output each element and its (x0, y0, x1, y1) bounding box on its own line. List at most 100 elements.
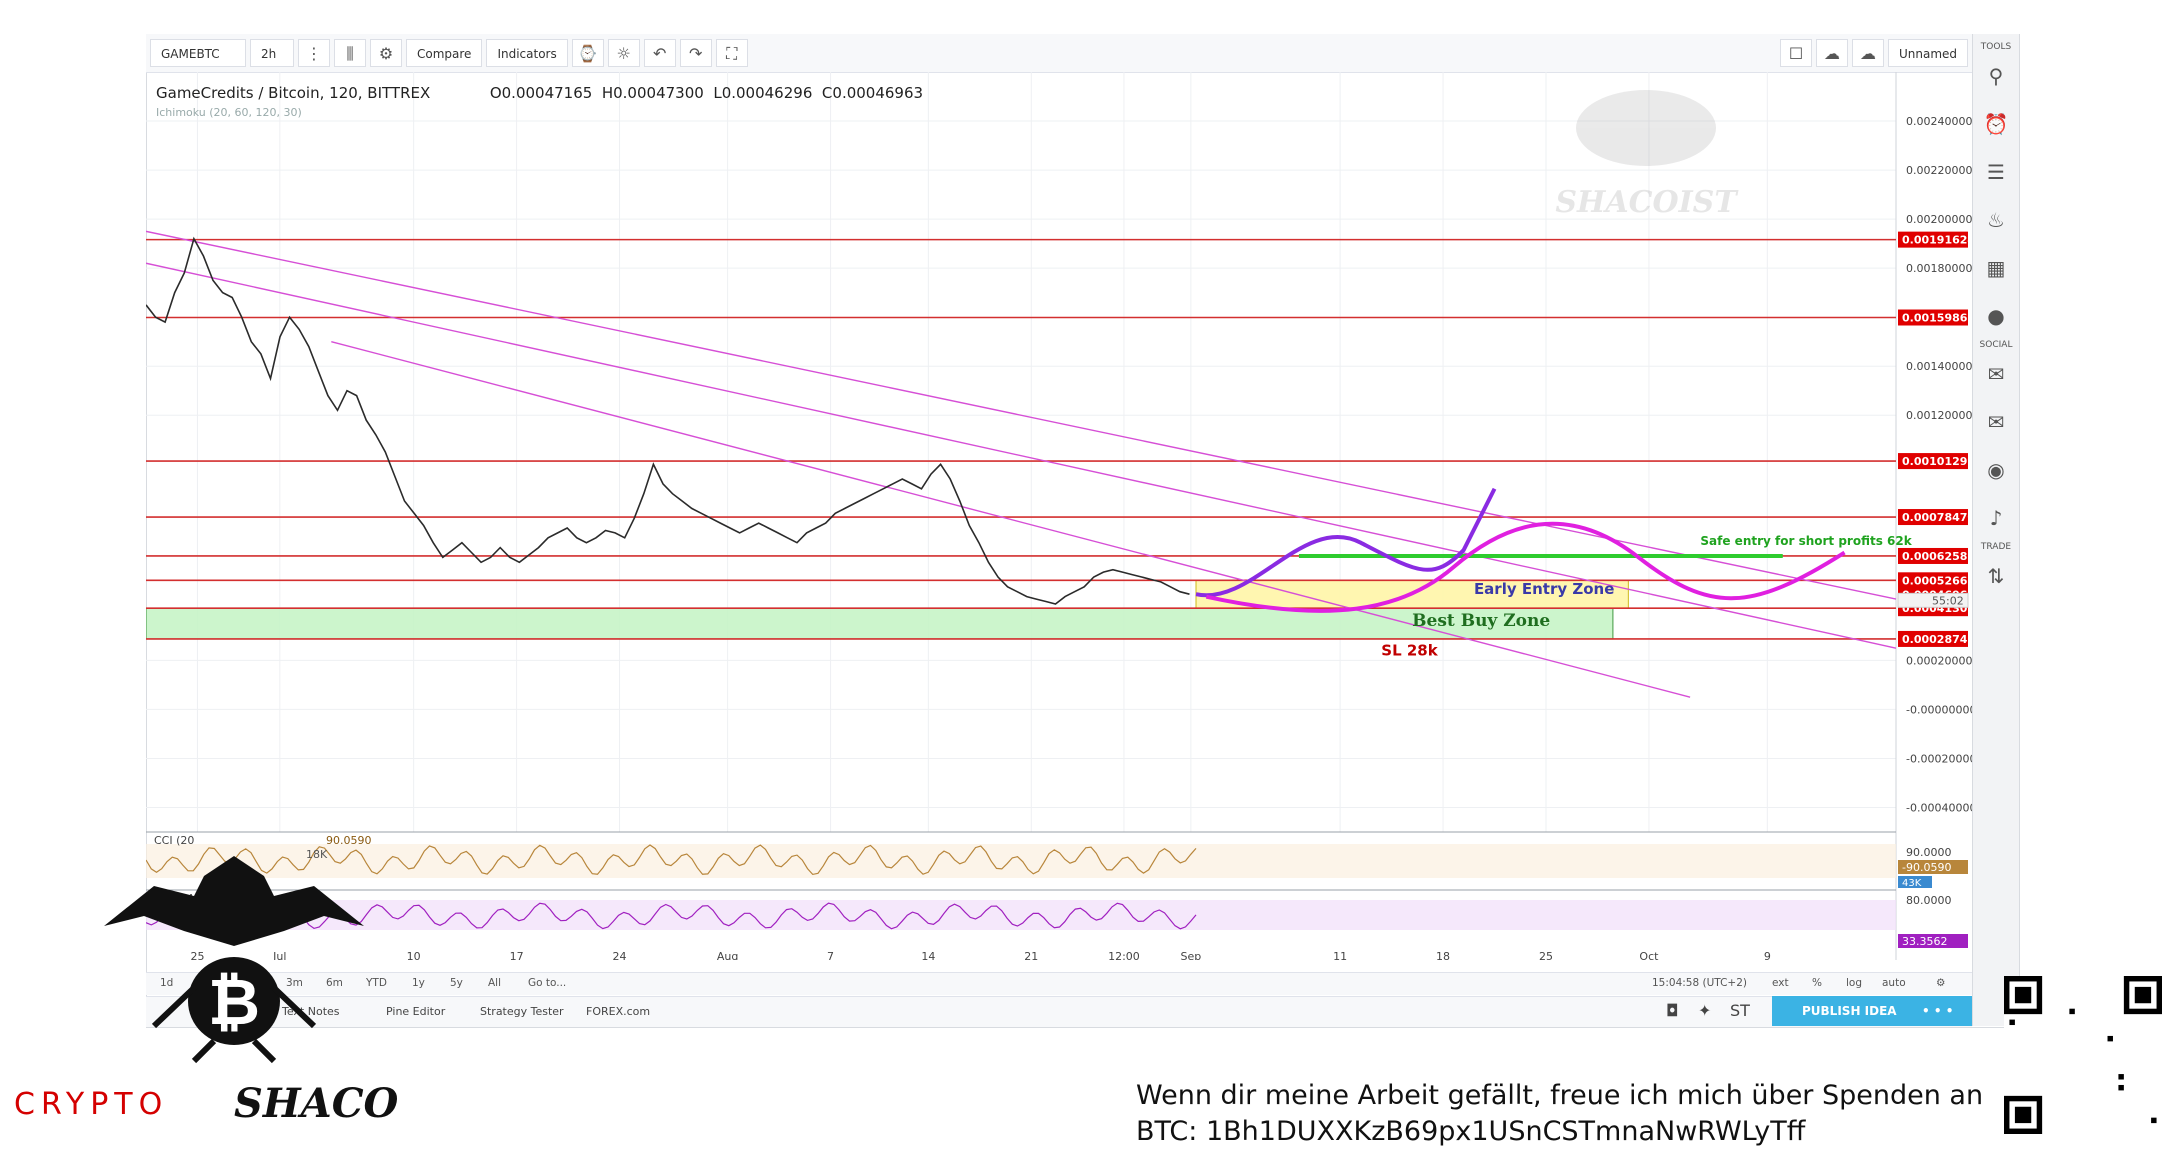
volume-badge-label: 43K (1902, 878, 1922, 889)
price-badge-label: 0.00159861 (1902, 312, 1972, 325)
y-tick-label: 0.00020000 (1906, 654, 1972, 667)
safe-entry-label: Safe entry for short profits 62k (1700, 534, 1912, 548)
alert-icon[interactable]: ⌚ (571, 39, 604, 67)
flame-icon[interactable]: ♨ (1973, 196, 2019, 244)
redo-icon[interactable]: ↷ (679, 39, 712, 67)
y-tick-label: 0.00240000 (1906, 115, 1972, 128)
price-badge-label: 0.00191624 (1902, 234, 1972, 247)
layout-icon[interactable]: ☐ (1780, 39, 1812, 67)
qr-module (2069, 1008, 2075, 1015)
range-all[interactable]: All (488, 977, 501, 989)
undo-icon[interactable]: ↶ (643, 39, 676, 67)
list-icon[interactable]: ☰ (1973, 148, 2019, 196)
y-tick-label: 0.00140000 (1906, 360, 1972, 373)
chart-legend: GameCredits / Bitcoin, 120, BITTREX O0.0… (156, 84, 923, 102)
y-tick-label: -0.00040000 (1906, 801, 1972, 814)
go-to-date[interactable]: Go to... (528, 977, 566, 989)
gear-icon[interactable]: ⚙ (1936, 977, 1945, 989)
best-buy-label: Best Buy Zone (1412, 611, 1550, 631)
legend-low: L0.00046296 (713, 84, 813, 102)
price-badge-label: 0.00052663 (1902, 574, 1972, 587)
bottom-panel-tabs: Text Notes Pine Editor Strategy Tester F… (146, 996, 1972, 1027)
x-tick-label: 18 (1436, 950, 1450, 960)
cci-band (146, 844, 1896, 878)
date-range-bar: 1d 3m 6m YTD 1y 5y All Go to... 15:04:58… (146, 972, 1972, 995)
x-tick-label: 17 (510, 950, 524, 960)
more-icon[interactable]: • • • (1922, 996, 1953, 1026)
chat-icon[interactable]: ✉ (1973, 350, 2019, 398)
y-tick-label: 0.00220000 (1906, 164, 1972, 177)
price-badge-label: 0.00028748 (1902, 633, 1972, 646)
publish-idea-button[interactable]: PUBLISH IDEA • • • (1772, 996, 1972, 1026)
range-5y[interactable]: 5y (450, 977, 463, 989)
stocktwits-icon[interactable]: ST (1730, 1001, 1750, 1020)
tab-strategy-tester[interactable]: Strategy Tester (480, 1005, 564, 1018)
rail-label-trade: TRADE (1980, 542, 2012, 552)
brand-word-shaco: SHACO (234, 1080, 399, 1127)
compare-button[interactable]: Compare (406, 39, 483, 67)
legend-high: H0.00047300 (601, 84, 704, 102)
x-tick-label: 11 (1333, 950, 1347, 960)
price-series-line (146, 236, 1190, 605)
price-badge-label: 0.00062589 (1902, 550, 1972, 563)
qr-module (2118, 1074, 2124, 1080)
x-tick-label: 10 (407, 950, 421, 960)
broadcast-icon[interactable]: ◉ (1973, 446, 2019, 494)
legend-title: GameCredits / Bitcoin, 120, BITTREX (156, 84, 431, 102)
cloud-save-icon[interactable]: ☁ (1852, 39, 1884, 67)
alarm-clock-icon[interactable]: ⏰ (1973, 100, 2019, 148)
scale-ext[interactable]: ext (1772, 977, 1789, 989)
more-intervals-icon[interactable]: ⋮ (298, 39, 330, 67)
y-tick-label: -0.00020000 (1906, 752, 1972, 765)
rsi-band (146, 900, 1896, 930)
twitter-icon[interactable]: ✦ (1698, 1001, 1711, 1020)
rail-label-tools: TOOLS (1980, 42, 2012, 52)
cci-axis-label: 90.0000 (1906, 846, 1952, 859)
chat-rooms-icon[interactable]: ✉ (1973, 398, 2019, 446)
rail-label-social: SOCIAL (1979, 340, 2013, 350)
utc-clock: 15:04:58 (UTC+2) (1652, 977, 1747, 989)
crypto-shaco-logo: ₿ (104, 856, 364, 1064)
trade-arrows-icon[interactable]: ⇅ (1973, 552, 2019, 600)
y-tick-label: 0.00120000 (1906, 409, 1972, 422)
fullscreen-icon[interactable]: ⛶ (715, 39, 748, 67)
donation-line-1: Wenn dir meine Arbeit gefällt, freue ich… (1136, 1080, 1984, 1111)
scale-log[interactable]: log (1846, 977, 1862, 989)
x-tick-label: Aug (717, 950, 738, 960)
bell-icon[interactable]: ♪ (1973, 494, 2019, 542)
top-toolbar: GAMEBTC 2h ⋮ ⫼ ⚙ Compare Indicators ⌚ ☼ … (146, 34, 1972, 73)
qr-module (2151, 1117, 2157, 1124)
indicators-button[interactable]: Indicators (486, 39, 568, 67)
calendar-icon[interactable]: ▦ (1973, 244, 2019, 292)
cloud-load-icon[interactable]: ☁ (1816, 39, 1848, 67)
qr-module (2009, 1019, 2015, 1026)
gear-icon[interactable]: ⚙ (370, 39, 402, 67)
price-badge-label: 0.00101299 (1902, 455, 1972, 468)
range-1y[interactable]: 1y (412, 977, 425, 989)
tab-forex[interactable]: FOREX.com (586, 1005, 650, 1018)
donation-text: Wenn dir meine Arbeit gefällt, freue ich… (1136, 1078, 1983, 1150)
candle-style-icon[interactable]: ⫼ (334, 39, 366, 67)
watermark-hat (1576, 90, 1716, 166)
light-bulb-icon[interactable]: ☼ (607, 39, 640, 67)
scale-percent[interactable]: % (1812, 977, 1822, 989)
brand-word-crypto: CRYPTO (14, 1087, 169, 1122)
svg-text:₿: ₿ (208, 966, 260, 1040)
x-tick-label: 12:00 (1108, 950, 1140, 960)
magnifier-icon[interactable]: ⚲ (1973, 52, 2019, 100)
tab-pine-editor[interactable]: Pine Editor (386, 1005, 445, 1018)
symbol-search[interactable]: GAMEBTC (150, 39, 246, 67)
qr-module (2107, 1035, 2113, 1042)
scale-auto[interactable]: auto (1882, 977, 1906, 989)
price-badge-label: 0.00078470 (1902, 511, 1972, 524)
shacoist-watermark: SHACOIST (1555, 90, 1739, 220)
legend-open: O0.00047165 (489, 84, 593, 102)
x-tick-label: 9 (1764, 950, 1771, 960)
price-chart[interactable]: SHACOIST Early Entry Zone Best Buy Zone SL … (146, 72, 1972, 960)
interval-select[interactable]: 2h (250, 39, 294, 67)
idea-icon[interactable]: ● (1973, 292, 2019, 340)
y-tick-label: 0.00200000 (1906, 213, 1972, 226)
layout-name[interactable]: Unnamed (1888, 39, 1968, 67)
qr-module (2118, 1084, 2124, 1091)
camera-icon[interactable]: ◘ (1666, 1001, 1679, 1020)
